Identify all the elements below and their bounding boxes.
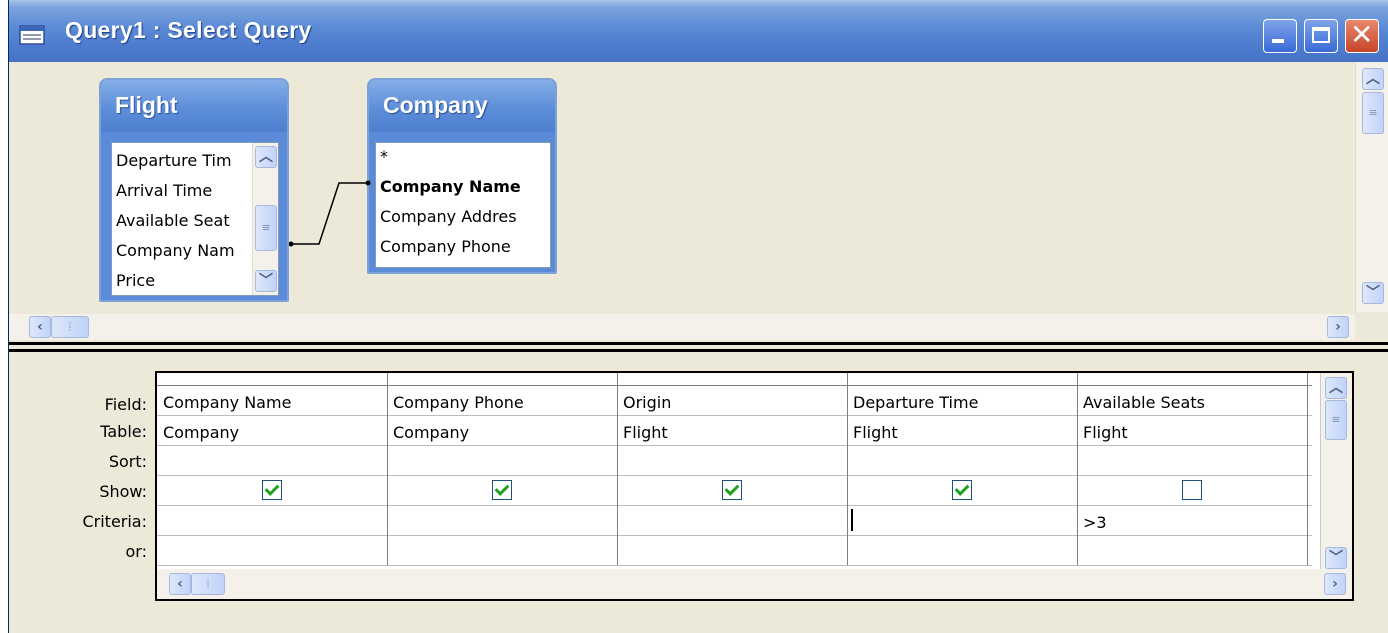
table-name: Flight [115, 92, 178, 118]
grid-line [157, 385, 1312, 386]
query-design-grid[interactable]: Company Name Company Company Phone Compa… [155, 371, 1354, 601]
field-item[interactable]: Arrival Time [116, 181, 212, 200]
company-table-header[interactable]: Company [369, 80, 555, 132]
field-cell[interactable]: Departure Time [853, 393, 978, 412]
field-item[interactable]: Departure Tim [116, 151, 232, 170]
table-cell[interactable]: Company [163, 423, 239, 442]
scroll-down-icon[interactable]: ﹀ [1362, 282, 1384, 304]
flight-field-list[interactable]: Departure Tim Arrival Time Available Sea… [111, 142, 279, 296]
pane-vertical-scrollbar[interactable]: ︿ ≡ ﹀ [1355, 62, 1388, 312]
grip-icon: ≡ [1368, 106, 1378, 119]
scroll-up-icon[interactable]: ︿ [255, 146, 277, 168]
close-icon: ✕ [1350, 18, 1374, 51]
show-checkbox[interactable] [1182, 480, 1202, 500]
pane-horizontal-scrollbar[interactable]: ‹ ⦙ › [9, 314, 1355, 340]
scroll-up-icon[interactable]: ︿ [1362, 68, 1384, 90]
company-table-box[interactable]: Company * Company Name Company Addres Co… [367, 78, 557, 274]
field-item-primary-key[interactable]: Company Name [380, 177, 521, 196]
table-pane[interactable]: Flight Departure Tim Arrival Time Availa… [9, 62, 1388, 340]
scroll-left-icon[interactable]: ‹ [29, 316, 51, 338]
table-name: Company [383, 92, 488, 118]
scroll-down-icon[interactable]: ﹀ [255, 270, 277, 292]
field-item[interactable]: Company Addres [380, 207, 517, 226]
show-checkbox[interactable] [952, 480, 972, 500]
grid-line [1077, 373, 1078, 565]
table-cell[interactable]: Flight [1083, 423, 1128, 442]
row-label-or: or: [125, 542, 147, 561]
grip-icon: ⦙ [206, 577, 210, 590]
maximize-icon [1312, 27, 1330, 43]
text-caret [851, 509, 853, 531]
grip-icon: ≡ [1331, 413, 1341, 426]
row-label-table: Table: [100, 422, 147, 441]
design-grid-pane: Field: Table: Sort: Show: Criteria: or: … [9, 352, 1388, 633]
grid-line [617, 373, 618, 565]
grid-line [157, 415, 1312, 416]
show-checkbox[interactable] [722, 480, 742, 500]
row-label-criteria: Criteria: [82, 512, 147, 531]
grid-line [387, 373, 388, 565]
field-cell[interactable]: Available Seats [1083, 393, 1205, 412]
grid-line [157, 565, 1312, 566]
scroll-thumb[interactable]: ⦙ [51, 316, 89, 338]
close-button[interactable]: ✕ [1345, 18, 1379, 53]
scroll-right-icon[interactable]: › [1327, 316, 1349, 338]
window-title: Query1 : Select Query [65, 17, 312, 43]
scroll-thumb[interactable]: ≡ [1325, 400, 1347, 440]
row-label-field: Field: [104, 395, 147, 414]
scroll-left-icon[interactable]: ‹ [169, 573, 191, 595]
grip-icon: ⦙ [68, 320, 72, 333]
show-checkbox[interactable] [262, 480, 282, 500]
query-icon [19, 25, 45, 45]
field-item[interactable]: Company Nam [116, 241, 235, 260]
field-item[interactable]: Company Phone [380, 237, 511, 256]
row-label-show: Show: [99, 482, 147, 501]
grid-line [157, 535, 1312, 536]
grip-icon: ≡ [261, 221, 271, 234]
flight-table-header[interactable]: Flight [101, 80, 287, 132]
scroll-thumb[interactable]: ≡ [1362, 92, 1384, 134]
grid-line [847, 373, 848, 565]
grid-line [157, 445, 1312, 446]
maximize-button[interactable] [1304, 19, 1338, 53]
criteria-cell[interactable]: >3 [1083, 513, 1107, 532]
scroll-down-icon[interactable]: ﹀ [1325, 547, 1347, 569]
field-item[interactable]: Price [116, 271, 155, 290]
table-cell[interactable]: Flight [623, 423, 668, 442]
flight-table-box[interactable]: Flight Departure Tim Arrival Time Availa… [99, 78, 289, 302]
splitter-line[interactable] [9, 342, 1388, 345]
field-item[interactable]: * [380, 147, 388, 166]
show-checkbox[interactable] [492, 480, 512, 500]
grid-line [157, 505, 1312, 506]
grid-vertical-scrollbar[interactable]: ︿ ≡ ﹀ [1320, 373, 1352, 573]
join-line[interactable] [289, 172, 379, 252]
query-window: Query1 : Select Query ✕ Flight Departure… [8, 0, 1388, 633]
company-field-list[interactable]: * Company Name Company Addres Company Ph… [375, 142, 551, 268]
scroll-thumb[interactable]: ≡ [255, 205, 277, 251]
row-label-sort: Sort: [108, 452, 147, 471]
scroll-right-icon[interactable]: › [1324, 573, 1346, 595]
table-cell[interactable]: Flight [853, 423, 898, 442]
scroll-thumb[interactable]: ⦙ [191, 573, 225, 595]
table-cell[interactable]: Company [393, 423, 469, 442]
grid-line [1307, 373, 1308, 565]
grid-line [157, 475, 1312, 476]
field-cell[interactable]: Company Name [163, 393, 291, 412]
field-item[interactable]: Available Seat [116, 211, 230, 230]
field-cell[interactable]: Origin [623, 393, 671, 412]
minimize-icon [1272, 39, 1284, 43]
flight-list-scrollbar[interactable]: ︿ ≡ ﹀ [252, 143, 278, 295]
field-cell[interactable]: Company Phone [393, 393, 524, 412]
scroll-up-icon[interactable]: ︿ [1325, 377, 1347, 399]
grid-horizontal-scrollbar[interactable]: ‹ ⦙ › [157, 569, 1352, 599]
title-bar[interactable]: Query1 : Select Query ✕ [9, 0, 1388, 62]
minimize-button[interactable] [1263, 19, 1297, 53]
